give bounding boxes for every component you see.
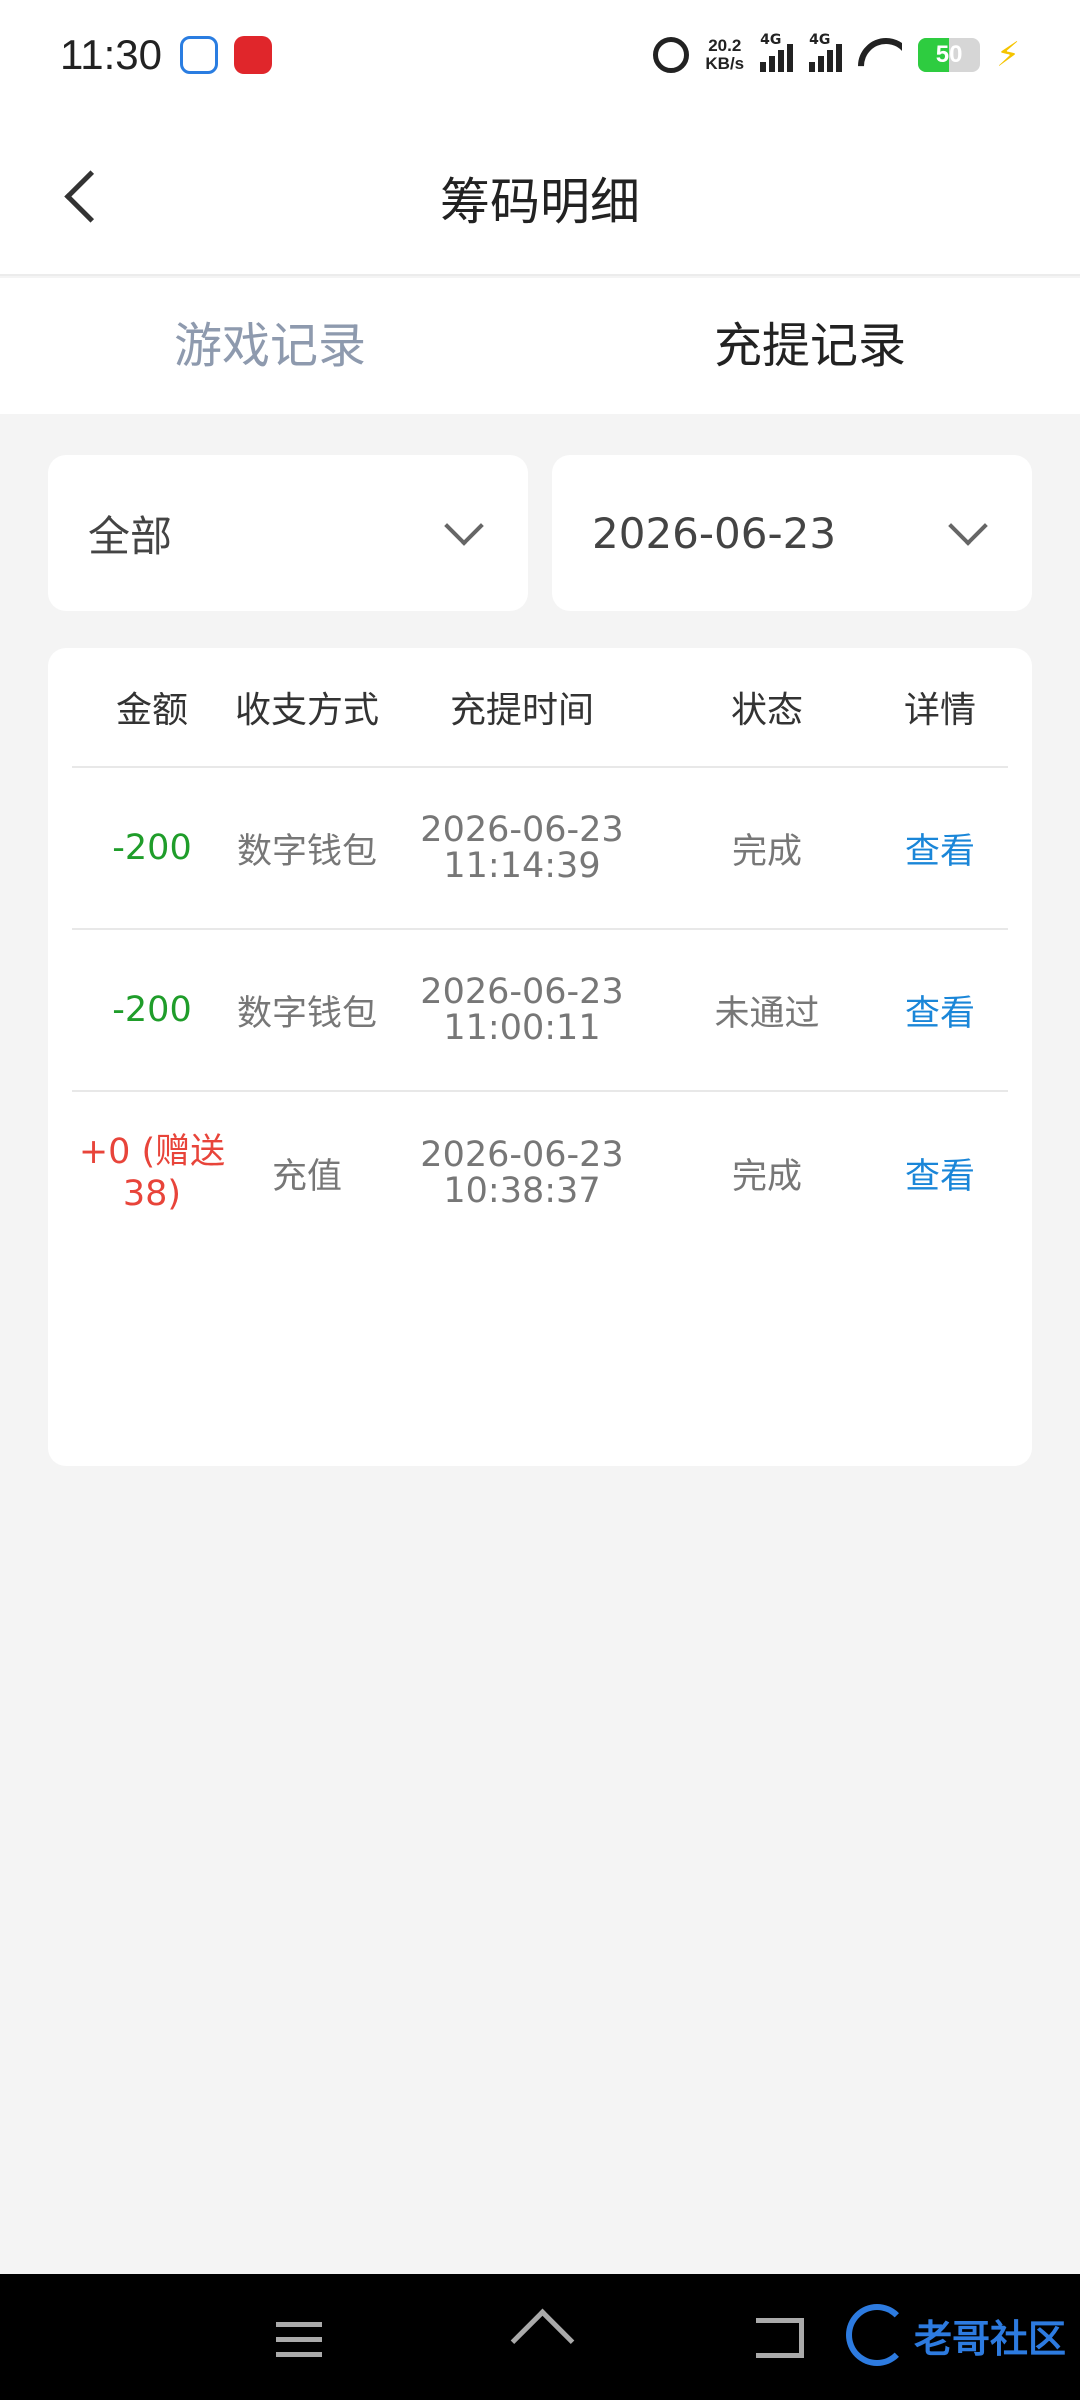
- amount-line: +0 (赠送: [78, 1132, 226, 1172]
- signal-icon: 4G: [760, 32, 794, 72]
- column-header-time: 充提时间: [449, 690, 594, 731]
- dragon-logo-icon: [845, 2304, 908, 2366]
- tab-bar: 游戏记录 充提记录: [0, 278, 1080, 414]
- battery-level: 50: [935, 41, 963, 68]
- date-filter-dropdown[interactable]: 2026-06-23: [552, 455, 1032, 611]
- amount-line: 38): [122, 1174, 182, 1214]
- time-date: 2026-06-23: [420, 810, 624, 850]
- table-header: 金额 收支方式 充提时间 状态 详情: [72, 648, 1008, 768]
- column-header-status: 状态: [730, 690, 803, 731]
- table-row: -200 数字钱包 2026-06-23 11:14:39 完成 查看: [72, 768, 1008, 930]
- chevron-down-icon: [948, 506, 988, 546]
- time-clock: 10:38:37: [443, 1171, 601, 1211]
- view-detail-link[interactable]: 查看: [872, 1148, 1008, 1199]
- top-app-bar: 筹码明细: [0, 110, 1080, 276]
- battery-icon: 50: [918, 38, 981, 72]
- type-filter-value: 全部: [88, 511, 173, 561]
- watermark-text: 老哥社区: [913, 2316, 1066, 2361]
- status-cell: 完成: [731, 831, 802, 872]
- time-cell: 2026-06-23 11:00:11: [382, 974, 662, 1046]
- view-detail-link[interactable]: 查看: [872, 823, 1008, 874]
- system-navigation-bar: 老哥社区: [0, 2274, 1080, 2400]
- net-speed-unit: KB/s: [705, 54, 745, 73]
- time-cell: 2026-06-23 11:14:39: [382, 812, 662, 884]
- time-date: 2026-06-23: [420, 1135, 624, 1175]
- time-clock: 11:14:39: [443, 846, 601, 886]
- table-row: -200 数字钱包 2026-06-23 11:00:11 未通过 查看: [72, 930, 1008, 1092]
- signal-type-label: 4G: [809, 32, 831, 48]
- app-notification-icon: [234, 36, 272, 74]
- column-header-amount: 金额: [115, 690, 188, 731]
- status-time: 11:30: [60, 31, 162, 78]
- view-detail-link[interactable]: 查看: [872, 985, 1008, 1036]
- notification-icons: [180, 36, 272, 74]
- amount-cell: -200: [112, 990, 192, 1030]
- back-icon[interactable]: [756, 2318, 804, 2358]
- app-notification-icon: [180, 36, 218, 74]
- method-cell: 数字钱包: [236, 831, 377, 872]
- time-clock: 11:00:11: [443, 1008, 601, 1048]
- page-title: 筹码明细: [440, 173, 640, 231]
- net-speed: 20.2 KB/s: [705, 37, 744, 73]
- tab-deposit-withdraw-records[interactable]: 充提记录: [540, 278, 1080, 414]
- column-header-method: 收支方式: [234, 690, 379, 731]
- wifi-icon: [858, 38, 902, 72]
- home-icon[interactable]: [512, 2314, 568, 2364]
- status-cell: 完成: [731, 1156, 802, 1197]
- signal-type-label: 4G: [760, 32, 782, 48]
- status-indicators: 20.2 KB/s 4G 4G 50 ⚡: [653, 32, 1020, 75]
- date-filter-value: 2026-06-23: [592, 508, 837, 558]
- tab-game-records[interactable]: 游戏记录: [0, 278, 540, 414]
- alarm-icon: [653, 37, 690, 73]
- records-table: 金额 收支方式 充提时间 状态 详情 -200 数字钱包 2026-06-23 …: [48, 648, 1032, 1466]
- type-filter-dropdown[interactable]: 全部: [48, 455, 528, 611]
- watermark: 老哥社区: [845, 2300, 1066, 2370]
- signal-icon: 4G: [809, 32, 843, 72]
- column-header-detail: 详情: [903, 690, 976, 731]
- status-bar: 11:30 20.2 KB/s 4G 4G 50 ⚡: [0, 0, 1080, 110]
- recents-menu-icon[interactable]: [276, 2322, 322, 2357]
- filter-row: 全部 2026-06-23: [48, 455, 1032, 611]
- net-speed-value: 20.2: [708, 36, 742, 55]
- amount-cell: -200: [112, 828, 192, 868]
- charging-icon: ⚡: [996, 35, 1020, 75]
- time-cell: 2026-06-23 10:38:37: [382, 1137, 662, 1209]
- status-cell: 未通过: [714, 993, 820, 1034]
- amount-cell: +0 (赠送 38): [72, 1131, 232, 1215]
- table-row: +0 (赠送 38) 充值 2026-06-23 10:38:37 完成 查看: [72, 1092, 1008, 1254]
- chevron-down-icon: [444, 506, 484, 546]
- time-date: 2026-06-23: [420, 972, 624, 1012]
- method-cell: 充值: [271, 1156, 342, 1197]
- method-cell: 数字钱包: [236, 993, 377, 1034]
